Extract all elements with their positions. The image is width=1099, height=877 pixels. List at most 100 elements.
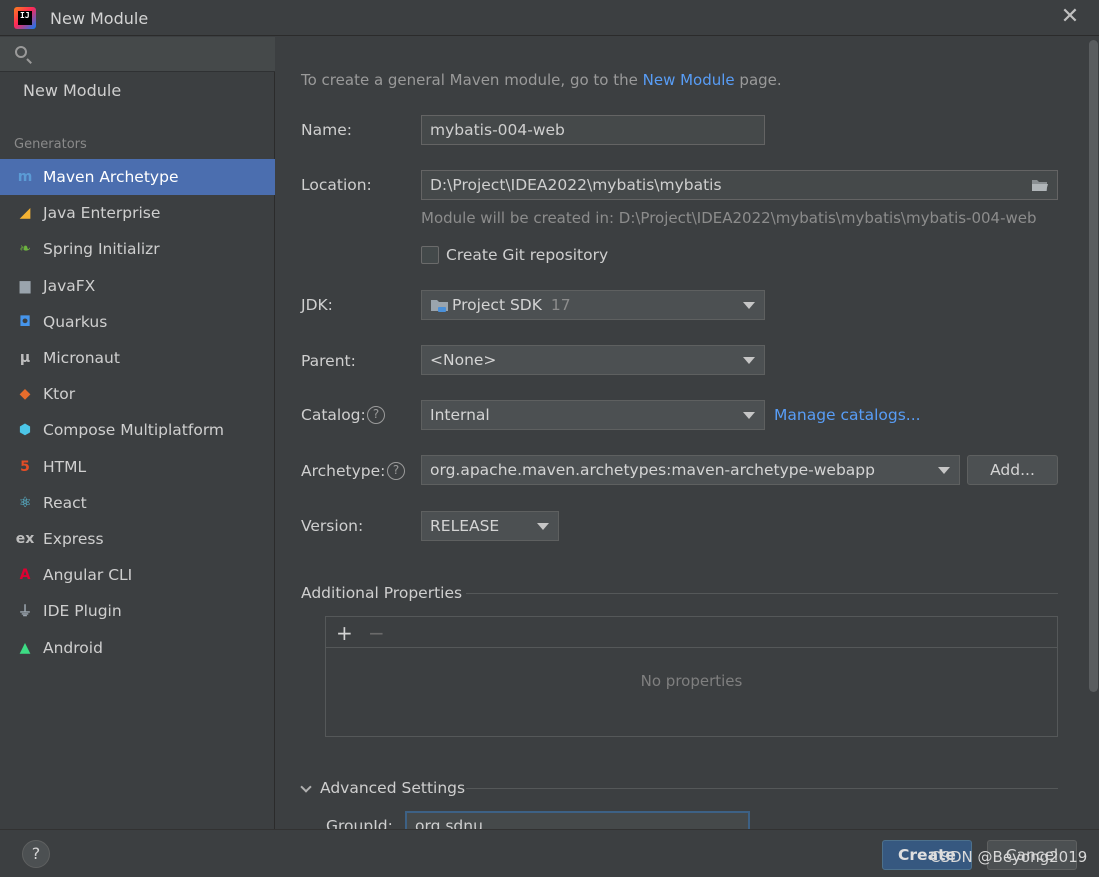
groupid-label: GroupId:: [326, 817, 393, 829]
catalog-help-icon[interactable]: ?: [367, 406, 385, 424]
sidebar-item-micronaut[interactable]: μ Micronaut: [0, 340, 275, 376]
quarkus-icon: ◘: [19, 313, 31, 330]
sidebar-item-ide-plugin[interactable]: ⏚ IDE Plugin: [0, 593, 275, 629]
generators-group-label: Generators: [14, 137, 87, 152]
sidebar-item-label: Micronaut: [43, 349, 120, 368]
section-divider: [466, 788, 1058, 789]
additional-properties-title: Additional Properties: [301, 584, 463, 602]
version-label: Version:: [301, 517, 364, 535]
compose-icon: ⬢: [18, 422, 32, 439]
close-icon[interactable]: ✕: [1058, 5, 1082, 29]
catalog-value: Internal: [430, 406, 490, 424]
chevron-down-icon: [743, 412, 755, 419]
sidebar-item-label: IDE Plugin: [43, 602, 122, 621]
angular-icon: A: [19, 567, 31, 584]
name-field[interactable]: mybatis-004-web: [421, 115, 765, 145]
new-module-link[interactable]: New Module: [643, 71, 735, 89]
sdk-folder-icon: [431, 300, 448, 312]
module-path-hint: Module will be created in: D:\Project\ID…: [421, 209, 1037, 227]
sidebar-item-label: Java Enterprise: [43, 204, 161, 223]
window-title: New Module: [50, 9, 149, 28]
sidebar-item-angular-cli[interactable]: A Angular CLI: [0, 557, 275, 593]
micronaut-icon: μ: [19, 350, 31, 367]
sidebar-item-quarkus[interactable]: ◘ Quarkus: [0, 304, 275, 340]
sidebar-item-label: Maven Archetype: [43, 168, 179, 187]
plugin-icon: ⏚: [18, 604, 32, 621]
version-value: RELEASE: [430, 517, 500, 535]
sidebar-search[interactable]: [0, 37, 275, 72]
hint-text: To create a general Maven module, go to …: [301, 71, 643, 89]
manage-catalogs-link[interactable]: Manage catalogs...: [774, 406, 921, 424]
add-archetype-button[interactable]: Add...: [967, 455, 1058, 485]
properties-table: + − No properties: [325, 616, 1058, 737]
sidebar-item-ktor[interactable]: ◆ Ktor: [0, 376, 275, 412]
intellij-idea-icon: IJ: [14, 7, 36, 29]
version-dropdown[interactable]: RELEASE: [421, 511, 559, 541]
chevron-down-icon: [938, 467, 950, 474]
catalog-dropdown[interactable]: Internal: [421, 400, 765, 430]
module-form: To create a general Maven module, go to …: [276, 37, 1087, 829]
android-icon: ▲: [19, 639, 31, 656]
location-value: D:\Project\IDEA2022\mybatis\mybatis: [430, 176, 722, 194]
parent-value: <None>: [430, 351, 497, 369]
advanced-settings-title[interactable]: Advanced Settings: [320, 779, 465, 797]
react-icon: ⚛: [18, 494, 32, 511]
sidebar-item-compose-multiplatform[interactable]: ⬢ Compose Multiplatform: [0, 412, 275, 448]
java-enterprise-icon: ◢: [19, 205, 31, 222]
sidebar-item-label: Ktor: [43, 385, 76, 404]
location-label: Location:: [301, 176, 372, 194]
properties-toolbar: + −: [326, 617, 1057, 648]
add-property-icon[interactable]: +: [336, 621, 353, 645]
dialog-footer: ? Create Cancel CSDN @Beyong2019: [0, 829, 1099, 877]
location-field[interactable]: D:\Project\IDEA2022\mybatis\mybatis: [421, 170, 1058, 200]
archetype-help-icon[interactable]: ?: [387, 462, 405, 480]
remove-property-icon: −: [368, 621, 385, 645]
sidebar-item-java-enterprise[interactable]: ◢ Java Enterprise: [0, 195, 275, 231]
ktor-icon: ◆: [19, 386, 31, 403]
sidebar-item-label: Compose Multiplatform: [43, 421, 225, 440]
jdk-dropdown[interactable]: Project SDK 17: [421, 290, 765, 320]
generators-sidebar: New Module Generators m Maven Archetype ◢ J…: [0, 37, 275, 829]
sidebar-item-label: JavaFX: [43, 276, 96, 295]
jdk-value: Project SDK: [452, 296, 542, 314]
chevron-down-icon: [743, 357, 755, 364]
scrollbar-thumb[interactable]: [1089, 40, 1098, 692]
sidebar-item-android[interactable]: ▲ Android: [0, 629, 275, 665]
sidebar-item-label: Spring Initializr: [43, 240, 160, 259]
chevron-down-icon[interactable]: [300, 781, 312, 793]
html5-icon: 5: [20, 458, 30, 475]
hint-text-suffix: page.: [734, 71, 782, 89]
sidebar-item-label: Quarkus: [43, 312, 108, 331]
sidebar-item-label: HTML: [43, 457, 87, 476]
sidebar-item-express[interactable]: ex Express: [0, 521, 275, 557]
groupid-field[interactable]: org.sdnu: [405, 811, 750, 829]
chevron-down-icon: [743, 302, 755, 309]
section-divider: [466, 593, 1058, 594]
folder-icon[interactable]: [1031, 178, 1049, 192]
sidebar-item-react[interactable]: ⚛ React: [0, 485, 275, 521]
archetype-value: org.apache.maven.archetypes:maven-archet…: [430, 461, 875, 479]
generators-list: m Maven Archetype ◢ Java Enterprise ❧ Spring …: [0, 159, 275, 666]
catalog-label: Catalog:: [301, 406, 366, 424]
sidebar-item-spring-initializr[interactable]: ❧ Spring Initializr: [0, 231, 275, 267]
empty-properties-text: No properties: [640, 672, 743, 690]
parent-dropdown[interactable]: <None>: [421, 345, 765, 375]
create-git-label[interactable]: Create Git repository: [446, 246, 608, 264]
sidebar-item-new-module[interactable]: New Module: [23, 81, 121, 100]
archetype-dropdown[interactable]: org.apache.maven.archetypes:maven-archet…: [421, 455, 960, 485]
create-git-checkbox[interactable]: [421, 246, 439, 264]
sidebar-item-javafx[interactable]: ▆ JavaFX: [0, 268, 275, 304]
maven-hint: To create a general Maven module, go to …: [301, 71, 782, 89]
watermark: CSDN @Beyong2019: [930, 848, 1088, 866]
sidebar-item-maven-archetype[interactable]: m Maven Archetype: [0, 159, 275, 196]
sidebar-item-label: Angular CLI: [43, 566, 133, 585]
sidebar-item-label: Android: [43, 638, 103, 657]
help-button[interactable]: ?: [22, 840, 50, 868]
javafx-icon: ▆: [19, 277, 31, 294]
sidebar-item-html[interactable]: 5 HTML: [0, 449, 275, 485]
jdk-label: JDK:: [301, 296, 333, 314]
search-icon: [15, 46, 27, 58]
sidebar-item-label: React: [43, 493, 87, 512]
archetype-label: Archetype:: [301, 462, 386, 480]
name-label: Name:: [301, 121, 352, 139]
